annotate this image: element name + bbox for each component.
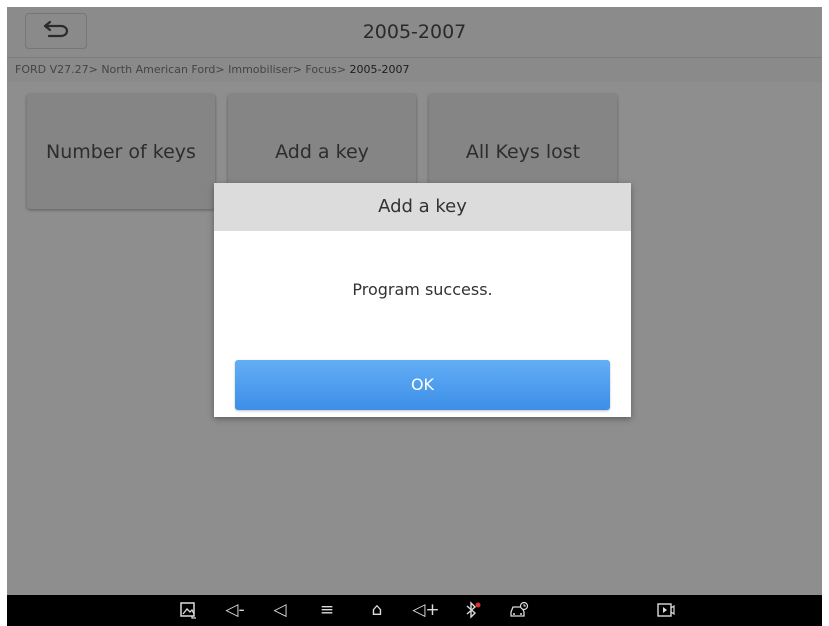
screenshot-icon[interactable] — [173, 595, 203, 626]
system-nav-bar: ◁- ◁ ≡ ⌂ ◁+ — [7, 595, 822, 626]
number-of-keys-tile[interactable]: Number of keys — [27, 94, 215, 209]
breadcrumb: FORD V27.27> North American Ford> Immobi… — [7, 58, 822, 82]
home-icon[interactable]: ⌂ — [362, 595, 392, 626]
header-bar: 2005-2007 — [7, 7, 822, 58]
ok-button[interactable]: OK — [235, 360, 610, 410]
screen-record-icon[interactable] — [651, 595, 681, 626]
app-screen: 2005-2007 FORD V27.27> North American Fo… — [7, 7, 822, 595]
menu-icon[interactable]: ≡ — [312, 595, 342, 626]
back-arrow-icon — [43, 20, 69, 42]
volume-down-icon[interactable]: ◁- — [220, 595, 250, 626]
dialog-message: Program success. — [352, 280, 493, 299]
page-title: 2005-2007 — [362, 21, 467, 43]
breadcrumb-current: 2005-2007 — [349, 63, 410, 76]
breadcrumb-path: FORD V27.27> North American Ford> Immobi… — [15, 63, 350, 76]
tile-label: Number of keys — [46, 140, 196, 163]
tile-label: All Keys lost — [465, 140, 581, 163]
result-dialog: Add a key Program success. OK — [214, 183, 631, 417]
dialog-title: Add a key — [214, 183, 631, 231]
vehicle-diagnostics-icon[interactable] — [504, 595, 534, 626]
volume-up-icon[interactable]: ◁+ — [411, 595, 441, 626]
bluetooth-icon[interactable] — [457, 595, 487, 626]
back-button[interactable] — [25, 13, 87, 49]
back-icon[interactable]: ◁ — [265, 595, 295, 626]
tile-label: Add a key — [275, 140, 369, 163]
